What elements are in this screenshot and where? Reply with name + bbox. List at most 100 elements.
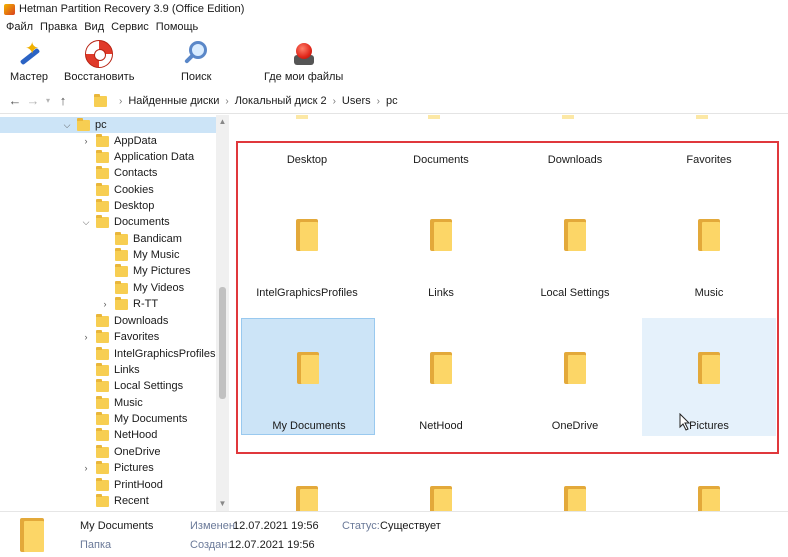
grid-item[interactable]: Desktop: [240, 135, 374, 175]
tree-item[interactable]: Links: [81, 362, 140, 378]
tree-item[interactable]: Local Settings: [81, 378, 183, 394]
folder-icon: [96, 427, 109, 441]
selected-name: My Documents: [80, 520, 154, 532]
breadcrumb-item[interactable]: Найденные диски: [128, 95, 219, 107]
grid-item-selected[interactable]: My Documents: [241, 318, 375, 435]
grid-item-label: My Documents: [272, 420, 346, 432]
scroll-up-icon[interactable]: ▲: [216, 115, 229, 129]
tree-item-label: Bandicam: [133, 233, 182, 245]
folder-icon: [96, 149, 109, 163]
tree-item[interactable]: Music: [81, 395, 143, 411]
grid-item[interactable]: Local Settings: [508, 185, 642, 303]
wizard-button[interactable]: ✦ Мастер: [10, 40, 48, 83]
folder-icon: [96, 198, 109, 212]
folder-icon: [96, 362, 109, 376]
grid-item-label: Favorites: [686, 154, 732, 166]
chevron-right-icon[interactable]: ›: [81, 136, 91, 146]
breadcrumb-item[interactable]: pc: [386, 95, 398, 107]
tree-item[interactable]: My Music: [100, 247, 179, 263]
tree-item[interactable]: Recent: [81, 493, 149, 509]
menu-edit[interactable]: Правка: [38, 21, 82, 33]
grid-item-label: IntelGraphicsProfiles: [256, 287, 358, 299]
menu-file[interactable]: Файл: [4, 21, 38, 33]
tree-item[interactable]: › AppData: [81, 133, 157, 149]
folder-icon: [96, 313, 109, 327]
folder-icon: [96, 493, 109, 507]
chevron-right-icon[interactable]: ›: [81, 332, 91, 342]
grid-item[interactable]: Links: [374, 185, 508, 303]
breadcrumb-item[interactable]: Локальный диск 2: [235, 95, 327, 107]
scrollbar-thumb[interactable]: [219, 287, 226, 399]
folder-icon: [698, 219, 720, 251]
created-label: Создан:: [190, 539, 231, 551]
recent-locations-button[interactable]: ▾: [42, 96, 54, 105]
breadcrumb-separator: ›: [119, 95, 123, 107]
tree-item[interactable]: › Favorites: [81, 329, 159, 345]
grid-item[interactable]: OneDrive: [508, 318, 642, 436]
tree-item[interactable]: PrintHood: [81, 477, 163, 493]
selected-type: Папка: [80, 539, 112, 551]
folder-icon: [96, 395, 109, 409]
menu-help[interactable]: Помощь: [154, 21, 204, 33]
chevron-down-icon[interactable]: ⌵: [81, 217, 91, 228]
tree-item[interactable]: My Videos: [100, 280, 184, 296]
tree-item-label: My Pictures: [133, 265, 191, 277]
tree-item-pc[interactable]: ⌵ pc: [0, 117, 216, 133]
up-button[interactable]: ↑: [54, 93, 72, 108]
status-value: Существует: [380, 520, 441, 532]
tree-item[interactable]: › R-TT: [100, 296, 158, 312]
tree-item[interactable]: Desktop: [81, 198, 154, 214]
grid-item[interactable]: Music: [642, 185, 776, 303]
grid-item-label: Pictures: [689, 420, 729, 432]
grid-item[interactable]: NetHood: [374, 318, 508, 436]
tree-item[interactable]: Application Data: [81, 149, 194, 165]
tree-item[interactable]: NetHood: [81, 427, 157, 443]
tree-item[interactable]: Cookies: [81, 182, 154, 198]
restore-button[interactable]: Восстановить: [64, 40, 134, 83]
tree-item[interactable]: Downloads: [81, 313, 168, 329]
tree-item[interactable]: OneDrive: [81, 444, 160, 460]
back-button[interactable]: ←: [6, 93, 24, 108]
folder-icon: [77, 117, 90, 131]
folder-icon: [96, 165, 109, 179]
tree-item-label: NetHood: [114, 429, 158, 441]
tree-scrollbar[interactable]: ▲ ▼: [216, 115, 229, 511]
chevron-right-icon[interactable]: ›: [81, 463, 91, 473]
grid-item[interactable]: Favorites: [642, 135, 776, 175]
folder-icon: [96, 411, 109, 425]
tree-item-label: My Documents: [114, 413, 188, 425]
chevron-down-icon[interactable]: ⌵: [62, 120, 72, 131]
folder-icon: [430, 486, 452, 511]
scroll-down-icon[interactable]: ▼: [216, 497, 229, 511]
folder-icon: [296, 219, 318, 251]
menu-service[interactable]: Сервис: [109, 21, 154, 33]
grid-item[interactable]: IntelGraphicsProfiles: [240, 185, 374, 303]
tree-item-documents[interactable]: ⌵ Documents: [81, 214, 170, 230]
tree-item-label: Application Data: [114, 151, 195, 163]
tree-item[interactable]: IntelGraphicsProfiles: [81, 346, 216, 362]
folder-icon: [96, 346, 109, 360]
breadcrumb[interactable]: › Найденные диски › Локальный диск 2 › U…: [90, 91, 786, 111]
file-grid: Desktop Documents Downloads Favorites In…: [232, 115, 788, 511]
tree-item[interactable]: My Documents: [81, 411, 187, 427]
grid-item-hover[interactable]: Pictures: [642, 318, 776, 436]
grid-item[interactable]: Downloads: [508, 135, 642, 175]
where-my-files-button[interactable]: Где мои файлы: [264, 40, 343, 83]
forward-button[interactable]: →: [24, 93, 42, 108]
wizard-label: Мастер: [10, 71, 49, 83]
tree-item[interactable]: Bandicam: [100, 231, 182, 247]
folder-icon: [698, 486, 720, 511]
menu-view[interactable]: Вид: [82, 21, 109, 33]
chevron-right-icon[interactable]: ›: [100, 299, 110, 309]
grid-item[interactable]: Documents: [374, 135, 508, 175]
grid-item-label: Music: [694, 287, 724, 299]
tree-item[interactable]: › Pictures: [81, 460, 154, 476]
tree-item[interactable]: My Pictures: [100, 263, 190, 279]
breadcrumb-item[interactable]: Users: [342, 95, 371, 107]
status-label: Статус:: [342, 520, 380, 532]
red-button-icon: [290, 40, 318, 68]
folder-icon: [96, 329, 109, 343]
search-label: Поиск: [181, 71, 212, 83]
tree-item[interactable]: Contacts: [81, 165, 157, 181]
search-button[interactable]: Поиск: [181, 40, 211, 83]
